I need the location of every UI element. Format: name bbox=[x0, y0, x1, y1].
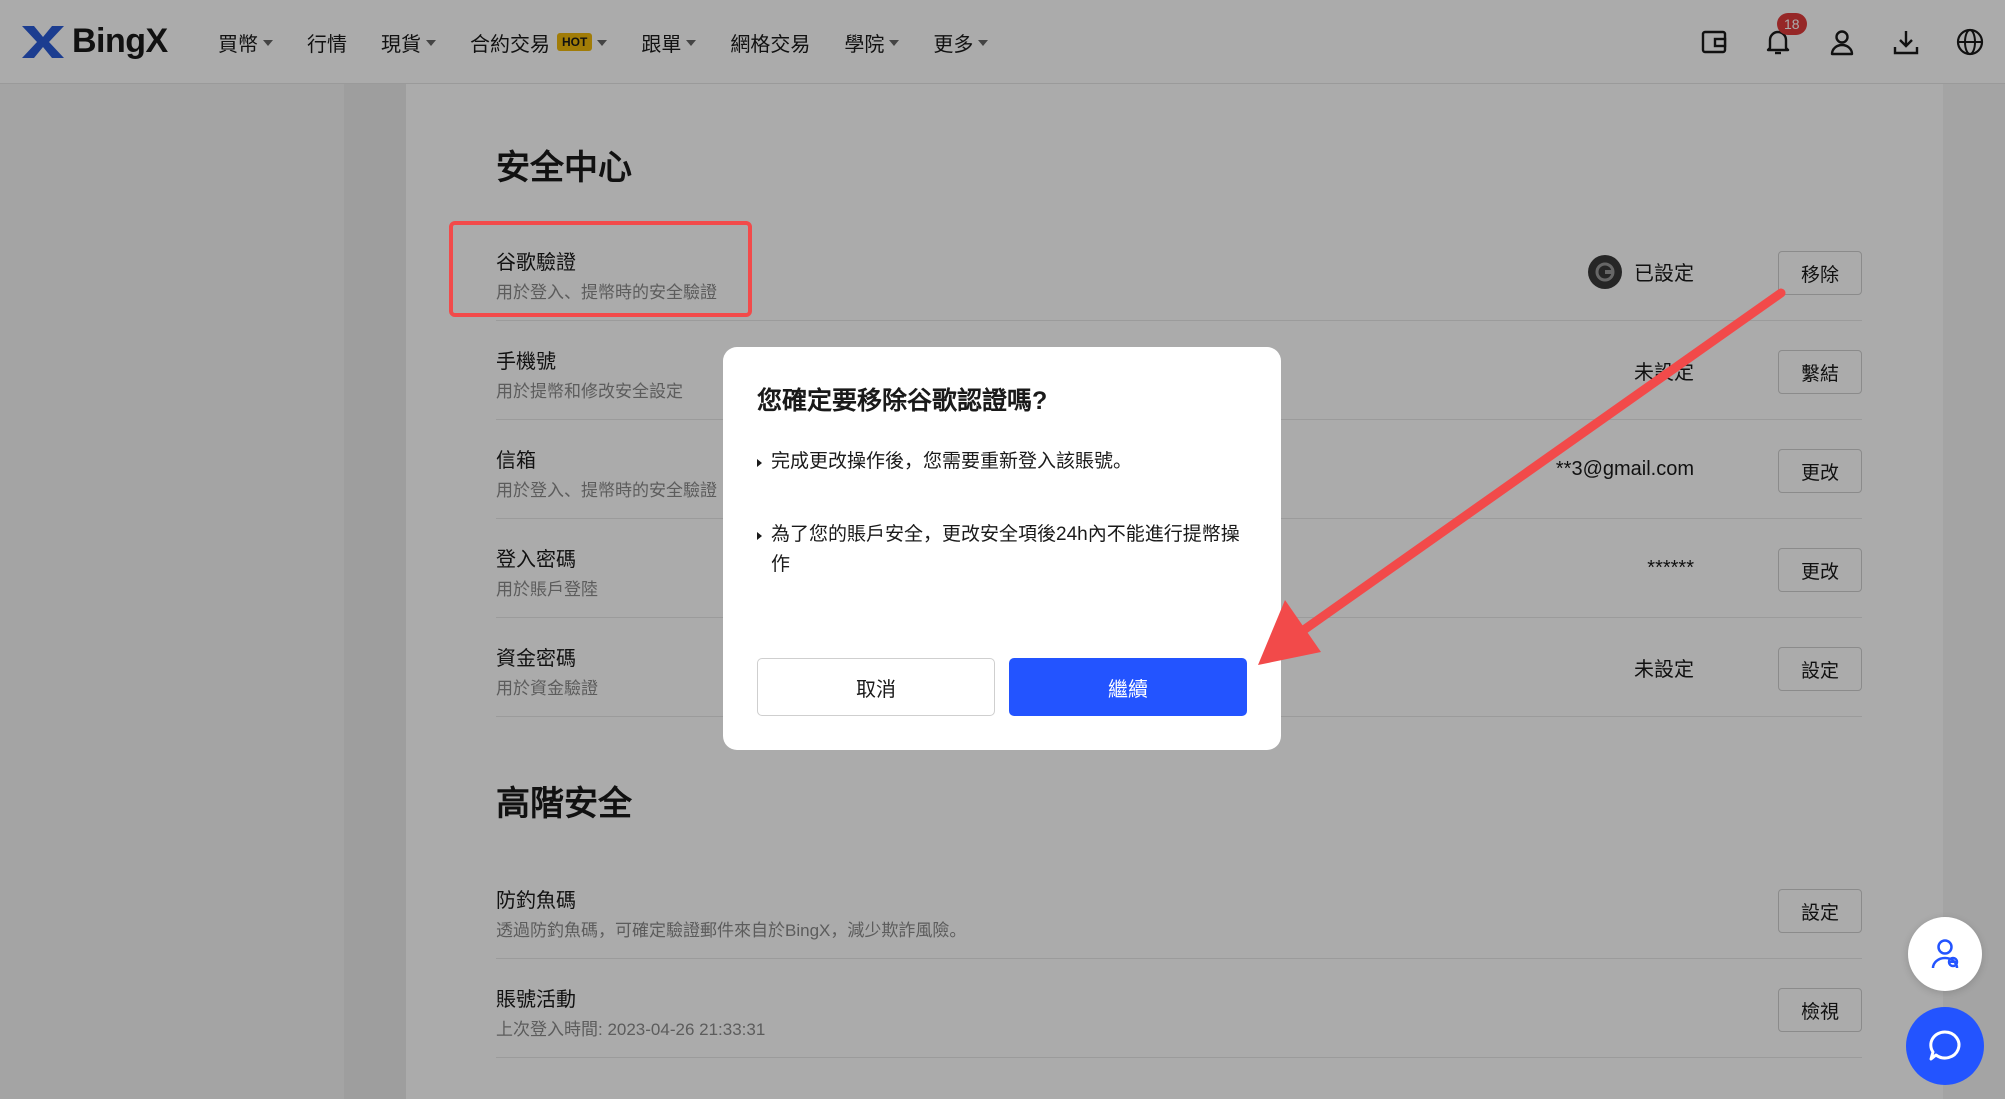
annotation-highlight-box bbox=[449, 221, 752, 317]
chat-bubble-icon bbox=[1929, 1030, 1961, 1061]
remove-google-auth-dialog: 您確定要移除谷歌認證嗎? 完成更改操作後，您需要重新登入該賬號。 為了您的賬戶安… bbox=[723, 347, 1281, 750]
support-agent-button[interactable] bbox=[1908, 917, 1982, 991]
dialog-title: 您確定要移除谷歌認證嗎? bbox=[757, 387, 1048, 415]
dialog-bullet: 為了您的賬戶安全，更改安全項後24h內不能進行提幣操作 bbox=[757, 520, 1247, 580]
support-agent-icon bbox=[1931, 939, 1959, 969]
chat-button[interactable] bbox=[1906, 1007, 1984, 1085]
dialog-bullet: 完成更改操作後，您需要重新登入該賬號。 bbox=[757, 447, 1247, 477]
cancel-button[interactable]: 取消 bbox=[757, 658, 995, 716]
continue-button[interactable]: 繼續 bbox=[1009, 658, 1247, 716]
